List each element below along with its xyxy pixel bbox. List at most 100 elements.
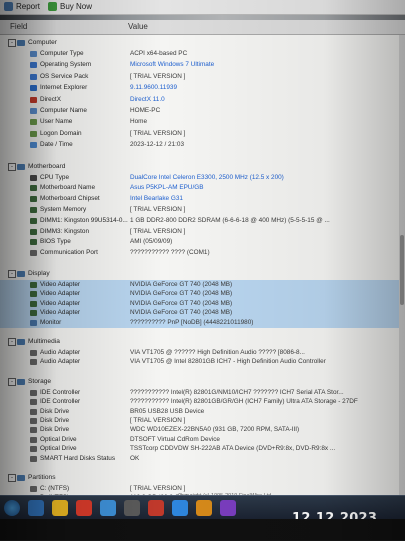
- item-icon: [30, 418, 37, 424]
- tree-row[interactable]: OS Service Pack [ TRIAL VERSION ]: [0, 72, 405, 82]
- field-label: BIOS Type: [40, 238, 71, 246]
- field-label: DirectX: [40, 95, 61, 103]
- section-motherboard[interactable]: - Motherboard: [0, 162, 405, 172]
- column-header: Field Value: [0, 20, 405, 35]
- tree-row[interactable]: Logon Domain [ TRIAL VERSION ]: [0, 129, 405, 139]
- field-value: AMI (05/09/09): [130, 238, 173, 246]
- field-value[interactable]: Intel Bearlake G31: [130, 194, 183, 204]
- section-partitions[interactable]: - Partitions: [0, 473, 405, 483]
- computer-icon: [17, 40, 25, 46]
- tree-row[interactable]: DirectX DirectX 11.0: [0, 95, 405, 105]
- field-value: [ TRIAL VERSION ]: [130, 227, 186, 235]
- field-value[interactable]: 9.11.9600.11939: [130, 83, 177, 93]
- tree-row[interactable]: Audio Adapter VIA VT1705 @ Intel 82801GB …: [0, 357, 405, 367]
- tree-row[interactable]: BIOS Type AMI (05/09/09): [0, 237, 405, 247]
- app-icon[interactable]: [196, 500, 212, 516]
- buy-now-button[interactable]: Buy Now: [48, 2, 92, 11]
- field-value: VIA VT1705 @ Intel 82801GB ICH7 - High D…: [130, 358, 326, 366]
- item-icon: [30, 446, 37, 453]
- item-icon: [30, 62, 37, 69]
- tree-row[interactable]: Computer Type ACPI x64-based PC: [0, 49, 405, 59]
- field-value: [ TRIAL VERSION ]: [130, 72, 186, 80]
- summary-tree: - Computer Computer Type ACPI x64-based PC O…: [0, 35, 405, 495]
- screen: Report Buy Now Field Value - Computer Comp…: [0, 0, 405, 541]
- field-value: ??????????? ???? (COM1): [130, 249, 210, 257]
- app-icon[interactable]: [100, 500, 116, 516]
- field-value[interactable]: DirectX 11.0: [130, 95, 165, 105]
- browser-icon[interactable]: [76, 500, 92, 516]
- item-icon: [30, 196, 37, 203]
- tree-row[interactable]: DIMM1: Kingston 99U5314-0... 1 GB DDR2-80…: [0, 216, 405, 226]
- collapse-toggle-icon[interactable]: -: [8, 474, 16, 482]
- section-multimedia[interactable]: - Multimedia: [0, 337, 405, 347]
- item-icon: [30, 291, 37, 298]
- start-icon[interactable]: [4, 500, 20, 516]
- field-label: Monitor: [40, 318, 62, 326]
- monitor-bezel: [0, 519, 405, 540]
- item-icon: [30, 282, 37, 288]
- scrollbar-thumb[interactable]: [400, 235, 404, 305]
- tree-row[interactable]: Communication Port ??????????? ???? (COM1…: [0, 248, 405, 258]
- field-value: HOME-PC: [130, 107, 161, 114]
- field-label: Communication Port: [40, 249, 98, 257]
- tree-row[interactable]: System Memory [ TRIAL VERSION ]: [0, 205, 405, 215]
- field-label: Date / Time: [40, 141, 73, 149]
- tree-row[interactable]: Computer Name HOME-PC: [0, 106, 405, 116]
- tree-row[interactable]: DIMM3: Kingston [ TRIAL VERSION ]: [0, 227, 405, 237]
- field-value: 1 GB DDR2-800 DDR2 SDRAM (6-6-6-18 @ 400…: [130, 216, 330, 224]
- section-title: Display: [28, 270, 50, 277]
- field-value: ACPI x64-based PC: [130, 50, 188, 57]
- app-icon[interactable]: [148, 500, 164, 516]
- tree-row[interactable]: Motherboard Name Asus P5KPL-AM EPU/GB: [0, 183, 405, 193]
- item-icon: [30, 108, 37, 114]
- item-icon: [30, 250, 37, 257]
- tree-row[interactable]: Internet Explorer 9.11.9600.11939: [0, 83, 405, 93]
- storage-icon: [17, 378, 25, 385]
- collapse-toggle-icon[interactable]: -: [8, 39, 16, 47]
- item-icon: [30, 217, 37, 224]
- collapse-toggle-icon[interactable]: -: [8, 338, 16, 346]
- app-icon[interactable]: [220, 500, 236, 516]
- report-button[interactable]: Report: [4, 2, 40, 11]
- field-label: Computer Type: [40, 50, 84, 57]
- tree-row[interactable]: Operating System Microsoft Windows 7 Ulti…: [0, 60, 405, 70]
- field-label: Computer Name: [40, 107, 87, 114]
- folder-icon[interactable]: [52, 500, 68, 516]
- field-label: Internet Explorer: [40, 84, 88, 92]
- tree-row[interactable]: Monitor ?????????? PnP [NoDB] (4448221011…: [0, 317, 405, 328]
- field-value: [ TRIAL VERSION ]: [130, 129, 186, 137]
- field-label: OS Service Pack: [40, 72, 89, 80]
- section-title: Multimedia: [28, 338, 60, 345]
- field-label: Operating System: [40, 61, 92, 69]
- tree-row[interactable]: User Name Home: [0, 117, 405, 127]
- field-label: SMART Hard Disks Status: [40, 454, 116, 462]
- tree-row[interactable]: SMART Hard Disks Status OK: [0, 454, 405, 464]
- tree-row[interactable]: CPU Type DualCore Intel Celeron E3300, 25…: [0, 173, 405, 183]
- value-column-header[interactable]: Value: [128, 22, 148, 31]
- item-icon: [30, 399, 37, 406]
- explorer-icon[interactable]: [28, 500, 44, 516]
- tree-row[interactable]: Date / Time 2023-12-12 / 21:03: [0, 140, 405, 150]
- item-icon: [30, 174, 37, 181]
- item-icon: [30, 319, 37, 326]
- multimedia-icon: [17, 339, 25, 345]
- collapse-toggle-icon[interactable]: -: [8, 162, 16, 171]
- collapse-toggle-icon[interactable]: -: [8, 270, 16, 278]
- scrollbar[interactable]: [399, 35, 405, 495]
- field-column-header[interactable]: Field: [10, 22, 27, 31]
- tree-row[interactable]: Motherboard Chipset Intel Bearlake G31: [0, 194, 405, 204]
- item-icon: [30, 85, 37, 92]
- field-label: Logon Domain: [40, 129, 82, 137]
- section-display[interactable]: - Display: [0, 269, 405, 279]
- section-title: Motherboard: [28, 162, 66, 170]
- section-storage[interactable]: - Storage: [0, 377, 405, 387]
- field-value[interactable]: Asus P5KPL-AM EPU/GB: [130, 183, 204, 193]
- section-computer[interactable]: - Computer: [0, 38, 405, 48]
- app-icon[interactable]: [172, 500, 188, 516]
- app-icon[interactable]: [124, 500, 140, 516]
- field-value[interactable]: DualCore Intel Celeron E3300, 2500 MHz (…: [130, 173, 284, 183]
- field-value[interactable]: Microsoft Windows 7 Ultimate: [130, 60, 214, 70]
- collapse-toggle-icon[interactable]: -: [8, 377, 16, 386]
- motherboard-icon: [17, 163, 25, 170]
- item-icon: [30, 130, 37, 137]
